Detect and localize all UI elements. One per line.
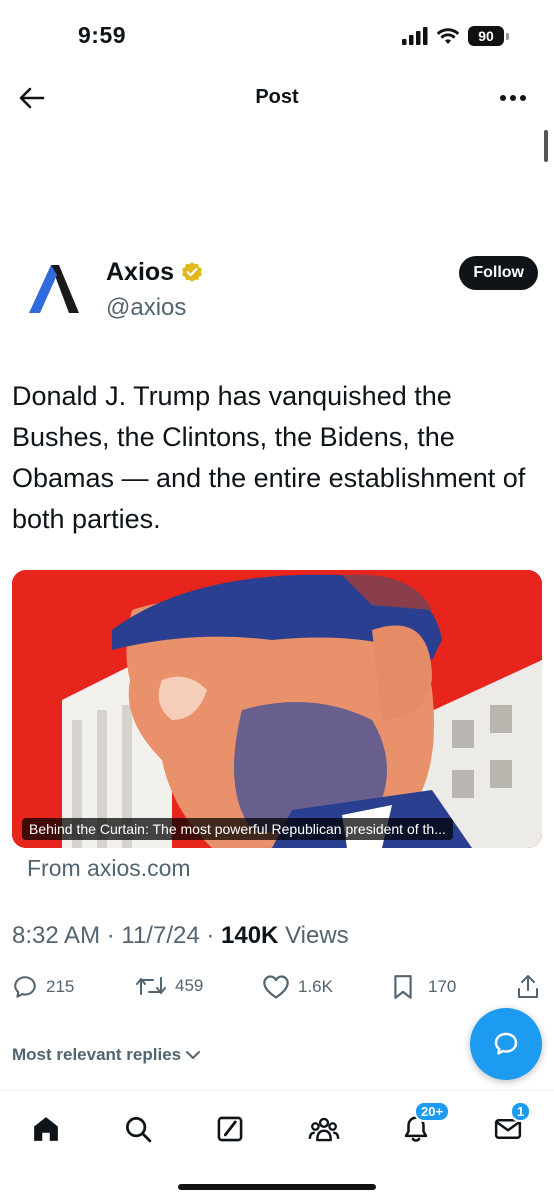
author-name-text: Axios	[106, 258, 175, 286]
views-label: Views	[285, 922, 349, 949]
compose-reply-button[interactable]	[470, 1008, 542, 1080]
search-icon	[126, 1117, 152, 1143]
like-count: 1.6K	[298, 977, 333, 996]
battery-indicator: 90	[468, 26, 509, 46]
wifi-icon	[436, 28, 460, 44]
action-bar: 215 459 1.6K 170	[0, 974, 554, 1014]
repost-icon	[136, 977, 166, 995]
scroll-indicator[interactable]	[544, 130, 548, 162]
axios-logo-icon	[29, 265, 79, 313]
home-icon	[34, 1117, 58, 1141]
share-button[interactable]	[516, 974, 540, 1000]
post-header: Post	[0, 72, 554, 124]
like-button[interactable]: 1.6K	[262, 974, 333, 1000]
status-icons: 90	[402, 26, 509, 46]
replies-sort-label: Most relevant replies	[12, 1045, 182, 1064]
link-card-image[interactable]: Behind the Curtain: The most powerful Re…	[12, 570, 542, 848]
status-time: 9:59	[78, 22, 127, 48]
bookmark-icon	[394, 975, 412, 999]
nav-grok[interactable]	[210, 1109, 250, 1149]
meta-separator: ·	[100, 922, 122, 949]
grok-icon	[217, 1116, 243, 1142]
share-icon	[518, 975, 538, 998]
home-indicator[interactable]	[178, 1184, 376, 1190]
notifications-badge: 20+	[414, 1101, 451, 1122]
page-title: Post	[255, 86, 299, 108]
author-handle[interactable]: @axios	[106, 294, 186, 322]
bookmark-button[interactable]: 170	[392, 974, 456, 1000]
follow-button[interactable]: Follow	[459, 256, 538, 290]
chevron-down-icon	[186, 1051, 201, 1059]
status-bar: 9:59 90	[0, 0, 554, 70]
replies-sort-dropdown[interactable]: Most relevant replies	[12, 1045, 201, 1065]
views-count[interactable]: 140K	[221, 922, 278, 949]
verified-badge-icon	[182, 261, 203, 282]
repost-count: 459	[175, 976, 204, 995]
tweet-text: Donald J. Trump has vanquished the Bushe…	[12, 381, 526, 534]
media-caption: Behind the Curtain: The most powerful Re…	[22, 818, 453, 840]
nav-messages[interactable]: 1	[488, 1101, 532, 1149]
avatar[interactable]	[16, 252, 90, 326]
nav-communities[interactable]	[304, 1109, 344, 1149]
reply-icon	[14, 976, 36, 998]
post-meta: 8:32 AM · 11/7/24 · 140K Views	[12, 922, 349, 950]
compose-reply-icon	[494, 1032, 518, 1055]
reply-count: 215	[46, 977, 75, 996]
bookmark-count: 170	[428, 977, 457, 996]
nav-search[interactable]	[118, 1109, 158, 1149]
post-date: 11/7/24	[121, 922, 200, 949]
more-icon	[500, 95, 526, 101]
meta-separator: ·	[199, 922, 222, 949]
author-name[interactable]: Axios	[106, 258, 204, 287]
like-icon	[263, 975, 289, 999]
messages-badge: 1	[510, 1101, 532, 1122]
communities-icon	[308, 1117, 340, 1142]
post-time: 8:32 AM	[12, 922, 101, 949]
author-row: Axios @axios Follow	[16, 252, 538, 332]
nav-notifications[interactable]: 20+	[396, 1101, 451, 1149]
more-options-button[interactable]	[496, 82, 530, 114]
reply-button[interactable]: 215	[12, 974, 74, 1000]
repost-button[interactable]: 459	[135, 974, 203, 998]
signal-icon	[402, 27, 428, 45]
article-image	[12, 570, 542, 848]
link-source[interactable]: From axios.com	[27, 855, 191, 882]
nav-home[interactable]	[26, 1109, 66, 1149]
